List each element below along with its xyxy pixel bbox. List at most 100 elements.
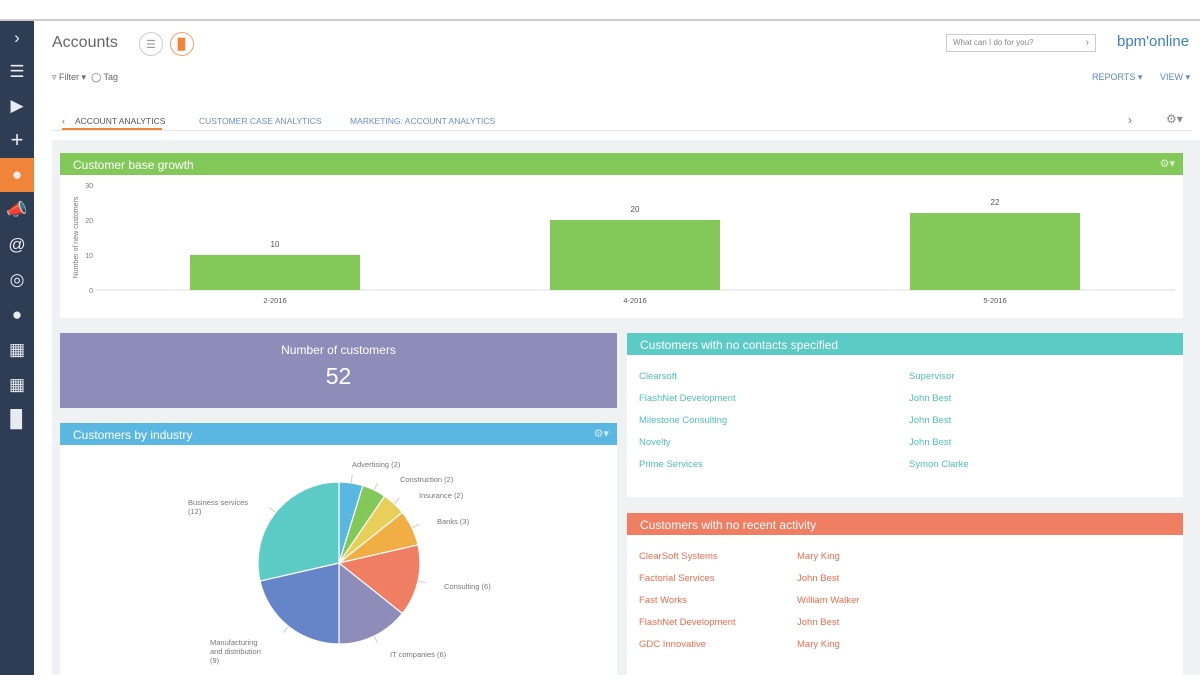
- data-label: 20: [631, 205, 640, 214]
- expand-chevron-icon[interactable]: ›: [0, 21, 34, 55]
- pie-chart: Advertising (2) Construction (2) Insurance…: [188, 460, 491, 665]
- slice-label: Insurance (2): [419, 491, 464, 500]
- tab-customer-case-analytics[interactable]: CUSTOMER CASE ANALYTICS: [199, 116, 322, 126]
- settings-gear-icon[interactable]: ⚙▾: [1166, 112, 1183, 126]
- lightbulb-icon[interactable]: ●: [0, 298, 34, 332]
- tag-button[interactable]: Tag: [104, 72, 119, 82]
- account-link[interactable]: Prime Services: [639, 459, 703, 470]
- leader-line: [393, 497, 400, 504]
- widget-gear-icon[interactable]: ⚙▾: [594, 427, 609, 440]
- leader-line: [373, 482, 379, 491]
- y-axis-label: Number of new customers: [73, 196, 80, 278]
- x-tick-label: 4-2016: [623, 296, 646, 305]
- bar: [550, 220, 720, 290]
- list-view-button[interactable]: ☰: [139, 32, 163, 56]
- widget-title: Customers by industry: [73, 428, 193, 442]
- owner-link[interactable]: Mary King: [797, 639, 840, 650]
- page-title: Accounts: [52, 34, 118, 51]
- chart-icon[interactable]: ▉: [0, 403, 34, 437]
- account-link[interactable]: ClearSoft Systems: [639, 551, 718, 562]
- arrow-right-icon[interactable]: ›: [1086, 37, 1089, 48]
- y-tick-label: 20: [85, 218, 93, 225]
- owner-link[interactable]: William Walker: [797, 595, 859, 606]
- bar-chart-icon: ▉: [177, 38, 187, 51]
- leader-line: [373, 635, 379, 644]
- list-icon: ☰: [146, 38, 156, 51]
- buildings-icon[interactable]: ▦: [0, 333, 34, 367]
- building-icon[interactable]: ▦: [0, 368, 34, 402]
- widget-gear-icon[interactable]: ⚙▾: [1160, 157, 1175, 170]
- label-line: (9): [210, 656, 220, 665]
- menu-icon[interactable]: ☰: [0, 55, 34, 89]
- widget-title: Customer base growth: [73, 158, 194, 172]
- tag-icon: ◯: [91, 72, 102, 82]
- growth-chart-panel: 0 10 20 30 Number of new customers 10 2-2016 20…: [60, 175, 1183, 318]
- slice-label: Consulting (6): [444, 582, 491, 591]
- divider: [52, 130, 1192, 131]
- tab-marketing-account-analytics[interactable]: MARKETING: ACCOUNT ANALYTICS: [350, 116, 495, 126]
- owner-link[interactable]: John Best: [909, 393, 951, 404]
- slice-label: Construction (2): [400, 475, 454, 484]
- kpi-label: Number of customers: [281, 343, 396, 357]
- tabs-next-icon[interactable]: ›: [1128, 113, 1132, 127]
- view-menu[interactable]: VIEW ▾: [1160, 72, 1190, 83]
- filter-bar: ▿ Filter ▾ ◯ Tag: [52, 72, 119, 82]
- y-tick-label: 0: [89, 288, 93, 295]
- owner-link[interactable]: John Best: [797, 617, 839, 628]
- industry-widget-header: Customers by industry ⚙▾: [60, 423, 617, 445]
- account-link[interactable]: FlashNet Development: [639, 617, 736, 628]
- command-search-input[interactable]: What can I do for you? ›: [946, 34, 1096, 52]
- account-link[interactable]: Fast Works: [639, 595, 687, 606]
- data-label: 22: [991, 198, 1000, 207]
- slice-label: Banks (3): [437, 517, 470, 526]
- target-icon[interactable]: ◎: [0, 263, 34, 297]
- megaphone-icon[interactable]: 📣: [0, 193, 34, 227]
- tabs-prev-icon[interactable]: ‹: [62, 116, 65, 126]
- widget-title: Customers with no recent activity: [640, 518, 817, 532]
- accounts-person-icon[interactable]: ●: [0, 158, 34, 192]
- owner-link[interactable]: Mary King: [797, 551, 840, 562]
- account-link[interactable]: GDC Innovative: [639, 639, 706, 650]
- top-border: [0, 19, 1200, 21]
- label-line: Manufacturing: [210, 638, 258, 647]
- label-line: (12): [188, 507, 202, 516]
- y-tick-label: 10: [85, 253, 93, 260]
- no-contacts-widget-header: Customers with no contacts specified: [627, 333, 1183, 355]
- plus-icon[interactable]: +: [0, 123, 34, 157]
- tab-account-analytics[interactable]: ACCOUNT ANALYTICS: [75, 116, 165, 126]
- at-icon[interactable]: @: [0, 228, 34, 262]
- slice-label: IT companies (6): [390, 650, 447, 659]
- owner-link[interactable]: Supervisor: [909, 371, 954, 382]
- sidebar: › ☰ ▶ + ● 📣 @ ◎ ● ▦ ▦ ▉: [0, 21, 34, 675]
- account-link[interactable]: Milestone Consulting: [639, 415, 727, 426]
- filter-button[interactable]: Filter: [59, 72, 79, 82]
- kpi-value: 52: [325, 363, 352, 389]
- account-link[interactable]: FlashNet Development: [639, 393, 736, 404]
- play-icon[interactable]: ▶: [0, 89, 34, 123]
- reports-menu[interactable]: REPORTS ▾: [1092, 72, 1142, 83]
- filter-icon: ▿: [52, 72, 57, 82]
- x-tick-label: 2-2016: [263, 296, 286, 305]
- owner-link[interactable]: Symon Clarke: [909, 459, 969, 470]
- account-link[interactable]: Novelty: [639, 437, 671, 448]
- growth-widget-header: Customer base growth ⚙▾: [60, 153, 1183, 175]
- owner-link[interactable]: John Best: [797, 573, 839, 584]
- owner-link[interactable]: John Best: [909, 437, 951, 448]
- customer-count-widget: Number of customers 52: [60, 333, 617, 408]
- x-tick-label: 5-2016: [983, 296, 1006, 305]
- data-label: 10: [271, 240, 280, 249]
- industry-chart-panel: Advertising (2) Construction (2) Insurance…: [60, 445, 617, 675]
- owner-link[interactable]: John Best: [909, 415, 951, 426]
- leader-line: [417, 580, 426, 584]
- account-link[interactable]: Factorial Services: [639, 573, 715, 584]
- no-activity-list: ClearSoft Systems Mary King Factorial Serv…: [627, 535, 1183, 675]
- account-link[interactable]: Clearsoft: [639, 371, 677, 382]
- leader-line: [283, 626, 289, 633]
- search-placeholder: What can I do for you?: [953, 38, 1034, 47]
- analytics-view-button[interactable]: ▉: [170, 32, 194, 56]
- logo: bpm'online: [1117, 33, 1190, 50]
- widget-title: Customers with no contacts specified: [640, 338, 839, 352]
- no-contacts-list: Clearsoft Supervisor FlashNet Development J…: [627, 355, 1183, 497]
- label-line: Business services: [188, 498, 248, 507]
- no-activity-widget-header: Customers with no recent activity: [627, 513, 1183, 535]
